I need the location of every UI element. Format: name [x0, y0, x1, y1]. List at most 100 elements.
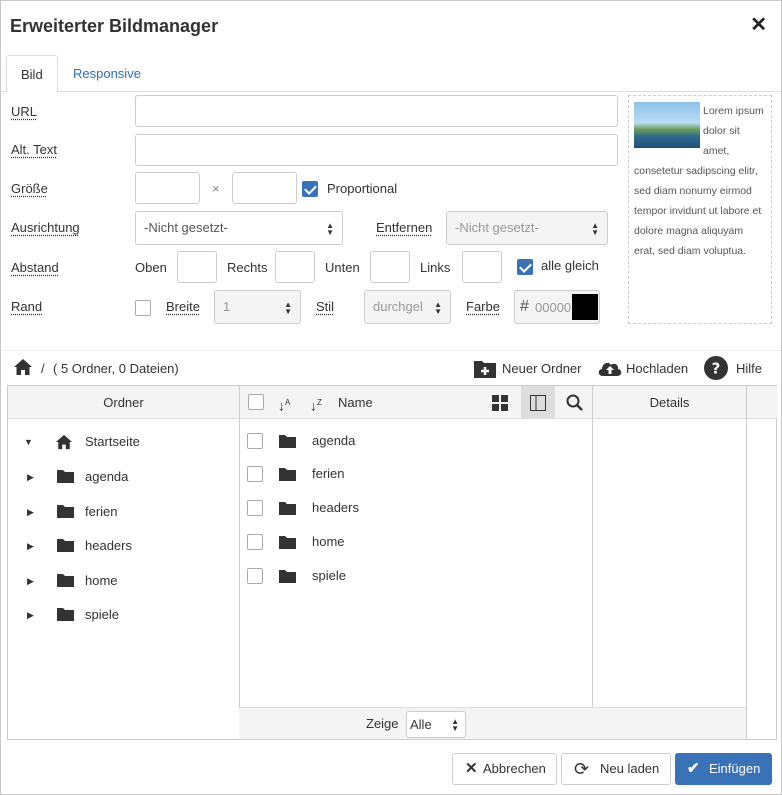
dialog-header: Erweiterter Bildmanager ✕ — [1, 1, 781, 53]
file-name: agenda — [312, 433, 356, 448]
spacing-left-input[interactable] — [462, 251, 502, 283]
width-input[interactable] — [135, 172, 200, 204]
scroll-header — [747, 386, 777, 419]
remove-label: Entfernen — [376, 220, 433, 235]
files-header: ↓A ↓Z Name — [240, 386, 592, 419]
height-input[interactable] — [232, 172, 297, 204]
new-folder-label: Neuer Ordner — [502, 361, 582, 376]
files-footer: Zeige Alle ▲ ▼ — [239, 707, 593, 739]
folder-icon — [279, 569, 296, 583]
caret-right-icon[interactable]: ▶ — [27, 534, 34, 558]
show-label: Zeige — [366, 716, 399, 731]
cloud-upload-icon — [598, 362, 622, 376]
times-icon: ✕ — [465, 760, 478, 777]
tree-item-headers[interactable]: ▶ headers — [8, 534, 239, 558]
list-item[interactable]: ferien — [239, 462, 592, 486]
browser-toolbar: / ( 5 Ordner, 0 Dateien) Neuer Ordner Ho… — [1, 350, 781, 386]
url-input[interactable] — [135, 95, 618, 127]
border-color-field[interactable]: # 00000 — [514, 290, 600, 324]
spacing-bottom-label: Unten — [325, 260, 360, 275]
cancel-label: Abbrechen — [483, 761, 546, 776]
tree-item-label: spiele — [85, 607, 119, 622]
alignment-value: -Nicht gesetzt- — [144, 220, 228, 235]
show-value: Alle — [410, 717, 432, 732]
caret-right-icon[interactable]: ▶ — [27, 569, 34, 593]
cancel-button[interactable]: ✕ Abbrechen — [452, 753, 557, 785]
file-name: ferien — [312, 466, 345, 481]
details-footer — [593, 707, 746, 739]
row-checkbox[interactable] — [247, 433, 263, 449]
search-icon[interactable] — [566, 394, 583, 411]
row-checkbox[interactable] — [247, 534, 263, 550]
sort-alpha-desc-icon[interactable]: ↓Z — [310, 386, 322, 423]
list-item[interactable]: headers — [239, 496, 592, 520]
tree-item-startseite[interactable]: ▼ Startseite — [8, 430, 239, 454]
border-checkbox[interactable] — [135, 300, 151, 316]
select-all-checkbox[interactable] — [248, 394, 264, 410]
spacing-right-input[interactable] — [275, 251, 315, 283]
list-view-button[interactable] — [521, 386, 555, 419]
alignment-select[interactable]: -Nicht gesetzt- ▲ ▼ — [135, 211, 343, 245]
proportional-checkbox[interactable] — [302, 181, 318, 197]
list-item[interactable]: spiele — [239, 564, 592, 588]
folder-icon — [279, 501, 296, 515]
tree-item-label: Startseite — [85, 434, 140, 449]
caret-down-icon[interactable]: ▼ — [24, 430, 33, 454]
upload-label: Hochladen — [626, 361, 689, 376]
color-swatch[interactable] — [572, 294, 598, 320]
details-header: Details — [593, 386, 746, 419]
tree-item-spiele[interactable]: ▶ spiele — [8, 603, 239, 627]
tab-bild[interactable]: Bild — [6, 55, 58, 93]
alt-text-input[interactable] — [135, 134, 618, 166]
folder-icon — [57, 469, 74, 483]
sort-alpha-asc-icon[interactable]: ↓A — [278, 386, 290, 423]
help-label: Hilfe — [736, 361, 763, 376]
row-checkbox[interactable] — [247, 466, 263, 482]
check-icon: ✔ — [687, 760, 700, 777]
border-style-label: Stil — [316, 299, 335, 314]
insert-label: Einfügen — [709, 761, 761, 776]
list-item[interactable]: home — [239, 530, 592, 554]
columns-icon — [530, 395, 546, 411]
hash-icon: # — [520, 298, 529, 315]
caret-right-icon[interactable]: ▶ — [27, 465, 34, 489]
folder-icon — [279, 467, 296, 481]
tree-item-home[interactable]: ▶ home — [8, 569, 239, 593]
caret-right-icon[interactable]: ▶ — [27, 500, 34, 524]
home-icon[interactable] — [13, 358, 33, 378]
all-same-checkbox[interactable] — [517, 259, 533, 275]
reload-button[interactable]: ⟳ Neu laden — [561, 753, 671, 785]
refresh-icon: ⟳ — [574, 759, 590, 779]
path-separator: / — [41, 361, 45, 376]
row-checkbox[interactable] — [247, 500, 263, 516]
remove-select[interactable]: -Nicht gesetzt- ▲ ▼ — [446, 211, 608, 245]
close-icon[interactable]: ✕ — [750, 15, 767, 35]
border-style-select[interactable]: durchgel ▲ ▼ — [364, 290, 451, 324]
divider — [746, 386, 747, 739]
help-button[interactable]: ? Hilfe — [704, 351, 766, 387]
border-width-select[interactable]: 1 ▲ ▼ — [214, 290, 301, 324]
tree-item-label: home — [85, 573, 118, 588]
grid-view-icon[interactable] — [492, 395, 508, 411]
new-folder-button[interactable]: Neuer Ordner — [473, 351, 583, 387]
folder-icon — [57, 607, 74, 621]
upload-button[interactable]: Hochladen — [597, 351, 692, 387]
list-item[interactable]: agenda — [239, 429, 592, 453]
path-info: ( 5 Ordner, 0 Dateien) — [53, 361, 179, 376]
show-select[interactable]: Alle ▲ ▼ — [406, 711, 466, 738]
tree-item-agenda[interactable]: ▶ agenda — [8, 465, 239, 489]
insert-button[interactable]: ✔ Einfügen — [675, 753, 772, 785]
image-manager-dialog: Erweiterter Bildmanager ✕ Bild Responsiv… — [0, 0, 782, 795]
tree-item-ferien[interactable]: ▶ ferien — [8, 500, 239, 524]
spacing-bottom-input[interactable] — [370, 251, 410, 283]
row-checkbox[interactable] — [247, 568, 263, 584]
border-label: Rand — [11, 299, 43, 314]
url-label: URL — [11, 104, 38, 119]
tab-responsive[interactable]: Responsive — [59, 55, 155, 92]
name-column-header[interactable]: Name — [338, 386, 373, 419]
spacing-top-input[interactable] — [177, 251, 217, 283]
file-browser: Ordner ↓A ↓Z Name Details ▼ Startseite ▶… — [7, 385, 777, 740]
select-arrows-icon: ▲ ▼ — [434, 299, 442, 316]
select-arrows-icon: ▲ ▼ — [284, 299, 292, 316]
caret-right-icon[interactable]: ▶ — [27, 603, 34, 627]
